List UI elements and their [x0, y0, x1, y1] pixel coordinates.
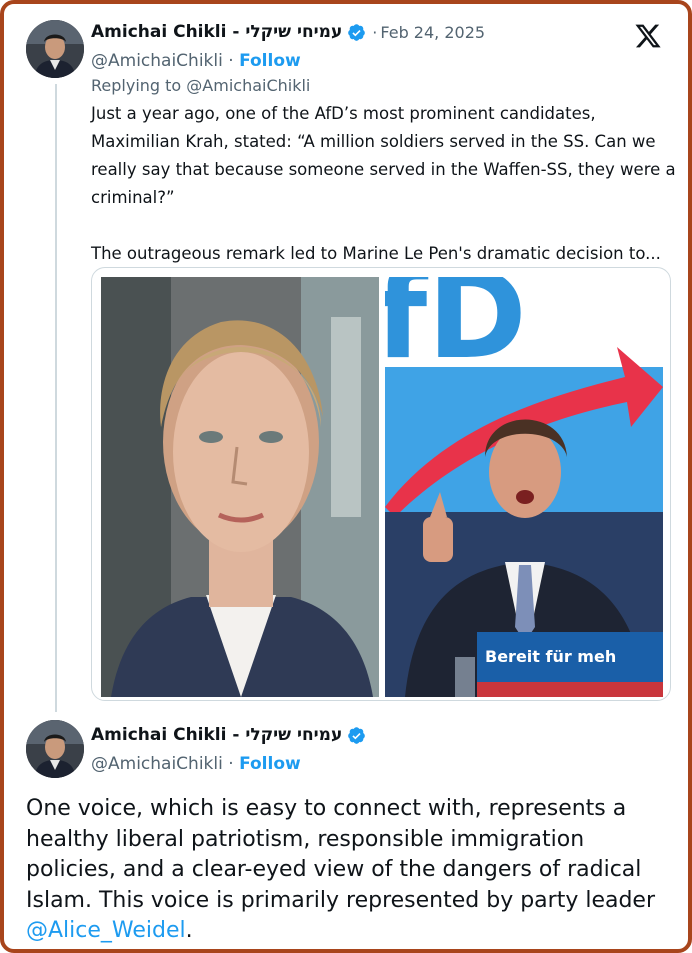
reply-author-name[interactable]: Amichai Chikli - עמיחי שיקלי [91, 725, 342, 745]
reply-handle-row: @AmichaiChikli · Follow [91, 754, 301, 774]
thread-line [55, 84, 57, 712]
replying-to[interactable]: Replying to @AmichaiChikli [91, 76, 310, 95]
follow-button[interactable]: Follow [239, 51, 301, 71]
tweet-media[interactable]: fD Bereit für meh [91, 267, 671, 701]
x-logo-icon[interactable] [634, 22, 662, 50]
handle-separator: · [228, 754, 234, 774]
reply-text-end: . [185, 918, 193, 943]
tweet-card: Amichai Chikli - עמיחי שיקלי · Feb 24, 2… [0, 0, 692, 953]
verified-badge-icon [347, 23, 366, 42]
reply-text-body: One voice, which is easy to connect with… [26, 796, 656, 913]
podium-text: Bereit für meh [485, 647, 616, 666]
author-avatar[interactable] [26, 20, 84, 78]
reply-text: One voice, which is easy to connect with… [26, 794, 676, 947]
header-separator: · [372, 22, 378, 42]
author-handle[interactable]: @AmichaiChikli [91, 51, 223, 71]
handle-separator: · [228, 51, 234, 71]
tweet-text: Just a year ago, one of the AfD’s most p… [91, 100, 681, 268]
reply-author-name-row: Amichai Chikli - עמיחי שיקלי [91, 725, 366, 745]
reply-author-handle[interactable]: @AmichaiChikli [91, 754, 223, 774]
speaker-at-afd-podium-photo[interactable]: fD Bereit für meh [385, 277, 663, 697]
author-handle-row: @AmichaiChikli · Follow [91, 51, 301, 71]
verified-badge-icon [347, 726, 366, 745]
tweet-text-paragraph-1: Just a year ago, one of the AfD’s most p… [91, 104, 676, 207]
backdrop-letters: fD [385, 277, 527, 386]
reply-author-avatar[interactable] [26, 720, 84, 778]
tweet-date[interactable]: Feb 24, 2025 [380, 23, 485, 42]
mention-link[interactable]: @Alice_Weidel [26, 918, 186, 943]
author-name[interactable]: Amichai Chikli - עמיחי שיקלי [91, 22, 342, 42]
tweet-text-paragraph-2[interactable]: The outrageous remark led to Marine Le P… [91, 240, 681, 268]
author-name-row: Amichai Chikli - עמיחי שיקלי · Feb 24, 2… [91, 22, 485, 42]
reply-follow-button[interactable]: Follow [239, 754, 301, 774]
woman-portrait-photo[interactable] [101, 277, 379, 697]
